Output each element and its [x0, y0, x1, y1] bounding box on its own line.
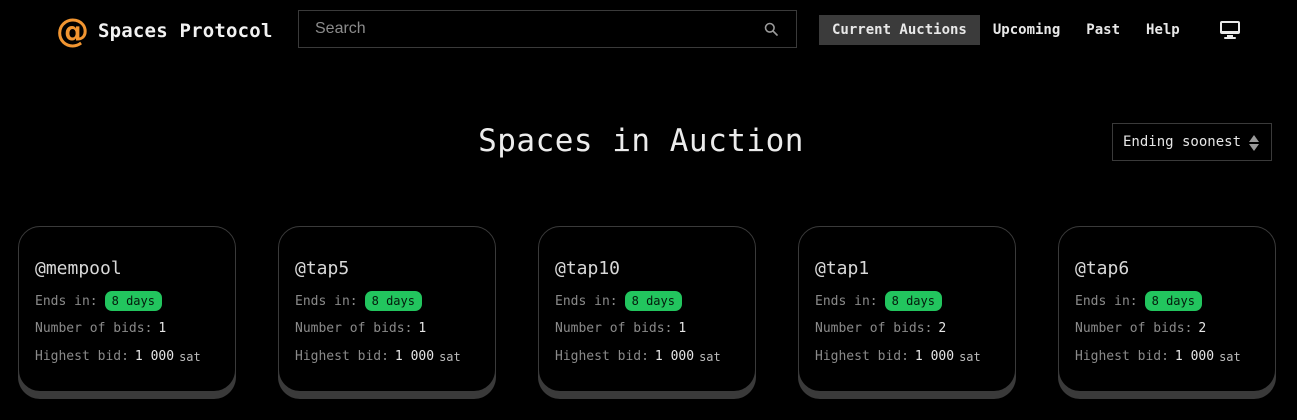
highest-bid-label: Highest bid:	[295, 349, 389, 364]
highest-bid-value: 1 000	[1174, 349, 1215, 364]
highest-bid-value: 1 000	[654, 349, 695, 364]
bids-row: Number of bids: 1	[295, 321, 426, 336]
ends-in-row: Ends in: 8 days	[815, 291, 942, 311]
ends-in-badge: 8 days	[884, 291, 942, 311]
highest-bid-value: 1 000	[134, 349, 175, 364]
bids-label: Number of bids:	[555, 321, 673, 336]
auction-card[interactable]: @tap10 Ends in: 8 days Number of bids: 1…	[538, 226, 756, 392]
nav-help[interactable]: Help	[1133, 15, 1193, 45]
logo[interactable]: @ Spaces Protocol	[56, 14, 273, 48]
space-name: @mempool	[35, 258, 122, 279]
auction-card[interactable]: @mempool Ends in: 8 days Number of bids:…	[18, 226, 236, 392]
sat-unit: sat	[179, 349, 201, 364]
ends-in-label: Ends in:	[555, 293, 618, 309]
bids-value: 1	[158, 321, 167, 336]
ends-in-badge: 8 days	[364, 291, 422, 311]
bids-label: Number of bids:	[35, 321, 153, 336]
highest-bid-label: Highest bid:	[1075, 349, 1169, 364]
sort-select[interactable]: Ending soonest	[1112, 123, 1272, 161]
highest-bid-row: Highest bid: 1 000 sat	[295, 349, 461, 364]
auction-card[interactable]: @tap6 Ends in: 8 days Number of bids: 2 …	[1058, 226, 1276, 392]
sort-arrows-icon	[1249, 135, 1259, 151]
ends-in-label: Ends in:	[35, 293, 98, 309]
sat-unit: sat	[699, 349, 721, 364]
bids-label: Number of bids:	[1075, 321, 1193, 336]
bids-value: 2	[1198, 321, 1207, 336]
highest-bid-value: 1 000	[914, 349, 955, 364]
ends-in-label: Ends in:	[295, 293, 358, 309]
sat-unit: sat	[1219, 349, 1241, 364]
ends-in-row: Ends in: 8 days	[295, 291, 422, 311]
page: @ Spaces Protocol Current Auctions Upcom…	[0, 0, 1297, 420]
sat-unit: sat	[959, 349, 981, 364]
highest-bid-label: Highest bid:	[555, 349, 649, 364]
ends-in-badge: 8 days	[624, 291, 682, 311]
highest-bid-label: Highest bid:	[815, 349, 909, 364]
highest-bid-row: Highest bid: 1 000 sat	[35, 349, 201, 364]
nav-past[interactable]: Past	[1073, 15, 1133, 45]
ends-in-row: Ends in: 8 days	[35, 291, 162, 311]
search-icon[interactable]	[764, 22, 778, 36]
space-name: @tap6	[1075, 258, 1130, 279]
sat-unit: sat	[439, 349, 461, 364]
ends-in-row: Ends in: 8 days	[1075, 291, 1202, 311]
search-input[interactable]	[299, 11, 764, 47]
highest-bid-row: Highest bid: 1 000 sat	[1075, 349, 1241, 364]
ends-in-badge: 8 days	[1144, 291, 1202, 311]
ends-in-label: Ends in:	[815, 293, 878, 309]
search-box	[298, 10, 797, 48]
highest-bid-label: Highest bid:	[35, 349, 129, 364]
bids-value: 2	[938, 321, 947, 336]
auction-card[interactable]: @tap1 Ends in: 8 days Number of bids: 2 …	[798, 226, 1016, 392]
bids-value: 1	[418, 321, 427, 336]
bids-row: Number of bids: 2	[815, 321, 946, 336]
space-name: @tap5	[295, 258, 350, 279]
highest-bid-value: 1 000	[394, 349, 435, 364]
bids-row: Number of bids: 2	[1075, 321, 1206, 336]
ends-in-row: Ends in: 8 days	[555, 291, 682, 311]
page-title: Spaces in Auction	[478, 123, 804, 159]
bids-label: Number of bids:	[815, 321, 933, 336]
auction-card[interactable]: @tap5 Ends in: 8 days Number of bids: 1 …	[278, 226, 496, 392]
logo-text: Spaces Protocol	[98, 20, 273, 42]
nav-upcoming[interactable]: Upcoming	[980, 15, 1073, 45]
highest-bid-row: Highest bid: 1 000 sat	[555, 349, 721, 364]
space-name: @tap10	[555, 258, 621, 279]
highest-bid-row: Highest bid: 1 000 sat	[815, 349, 981, 364]
ends-in-label: Ends in:	[1075, 293, 1138, 309]
monitor-icon[interactable]	[1219, 20, 1241, 40]
bids-label: Number of bids:	[295, 321, 413, 336]
nav-current-auctions[interactable]: Current Auctions	[819, 15, 980, 45]
space-name: @tap1	[815, 258, 870, 279]
bids-row: Number of bids: 1	[555, 321, 686, 336]
bids-row: Number of bids: 1	[35, 321, 166, 336]
main-nav: Current Auctions Upcoming Past Help	[819, 15, 1193, 45]
sort-select-value: Ending soonest	[1123, 134, 1242, 150]
bids-value: 1	[678, 321, 687, 336]
ends-in-badge: 8 days	[104, 291, 162, 311]
logo-at-icon: @	[56, 11, 89, 50]
